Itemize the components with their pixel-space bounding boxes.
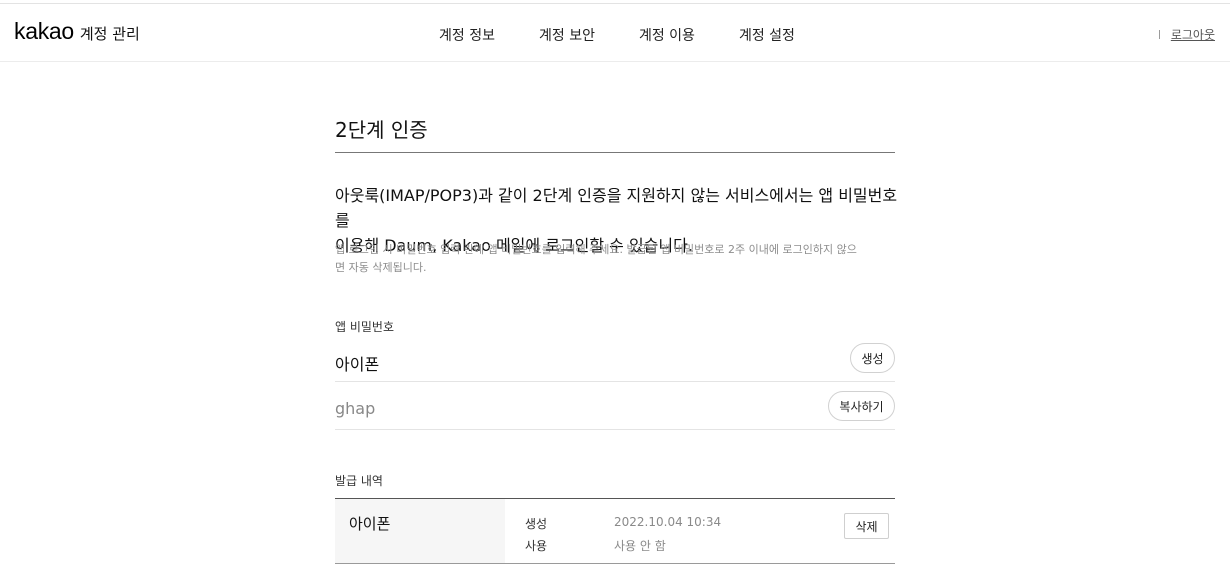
- logo-subtitle: 계정 관리: [79, 25, 140, 43]
- title-divider: [335, 152, 895, 153]
- history-label: 발급 내역: [335, 474, 383, 488]
- notice-line-2: 면 자동 삭제됩니다.: [335, 261, 427, 274]
- created-key: 생성: [525, 517, 548, 531]
- created-value: 2022.10.04 10:34: [614, 515, 722, 529]
- notice-line-1: 앱 로그인 시 비밀번호 입력 란에 앱 비밀번호를 입력해 주세요. 발급된 …: [335, 243, 857, 256]
- used-value: 사용 안 함: [614, 539, 666, 553]
- nav-account-info[interactable]: 계정 정보: [439, 25, 495, 45]
- app-password-field[interactable]: [335, 396, 375, 420]
- notice-text: 앱 로그인 시 비밀번호 입력 란에 앱 비밀번호를 입력해 주세요. 발급된 …: [335, 241, 895, 277]
- logout-link[interactable]: 로그아웃: [1171, 26, 1215, 43]
- logout-area: 로그아웃: [1158, 26, 1215, 43]
- nav-account-security[interactable]: 계정 보안: [539, 25, 595, 45]
- history-row: 아이폰 생성 2022.10.04 10:34 사용 사용 안 함 삭제: [335, 499, 895, 564]
- history-device-name: 아이폰: [349, 515, 391, 533]
- delete-button[interactable]: 삭제: [844, 513, 889, 539]
- history-name-cell: 아이폰: [335, 499, 505, 563]
- main-nav: 계정 정보 계정 보안 계정 이용 계정 설정: [439, 25, 839, 45]
- copy-button[interactable]: 복사하기: [828, 391, 895, 421]
- page-title: 2단계 인증: [335, 118, 428, 142]
- app-name-row: 아이폰 생성: [335, 334, 895, 382]
- app-password-row: 복사하기: [335, 382, 895, 430]
- logout-divider: [1158, 30, 1160, 39]
- nav-account-usage[interactable]: 계정 이용: [639, 25, 695, 45]
- nav-account-settings[interactable]: 계정 설정: [739, 25, 795, 45]
- used-key: 사용: [525, 539, 548, 553]
- logo-wordmark[interactable]: kakao: [14, 18, 74, 45]
- header: kakao 계정 관리 계정 정보 계정 보안 계정 이용 계정 설정 로그아웃: [0, 4, 1230, 62]
- app-password-label: 앱 비밀번호: [335, 320, 395, 334]
- generate-button[interactable]: 생성: [850, 343, 895, 373]
- app-name-value: 아이폰: [335, 355, 380, 374]
- logo[interactable]: kakao 계정 관리: [14, 18, 140, 45]
- description-line-1: 아웃룩(IMAP/POP3)과 같이 2단계 인증을 지원하지 않는 서비스에서…: [335, 186, 898, 230]
